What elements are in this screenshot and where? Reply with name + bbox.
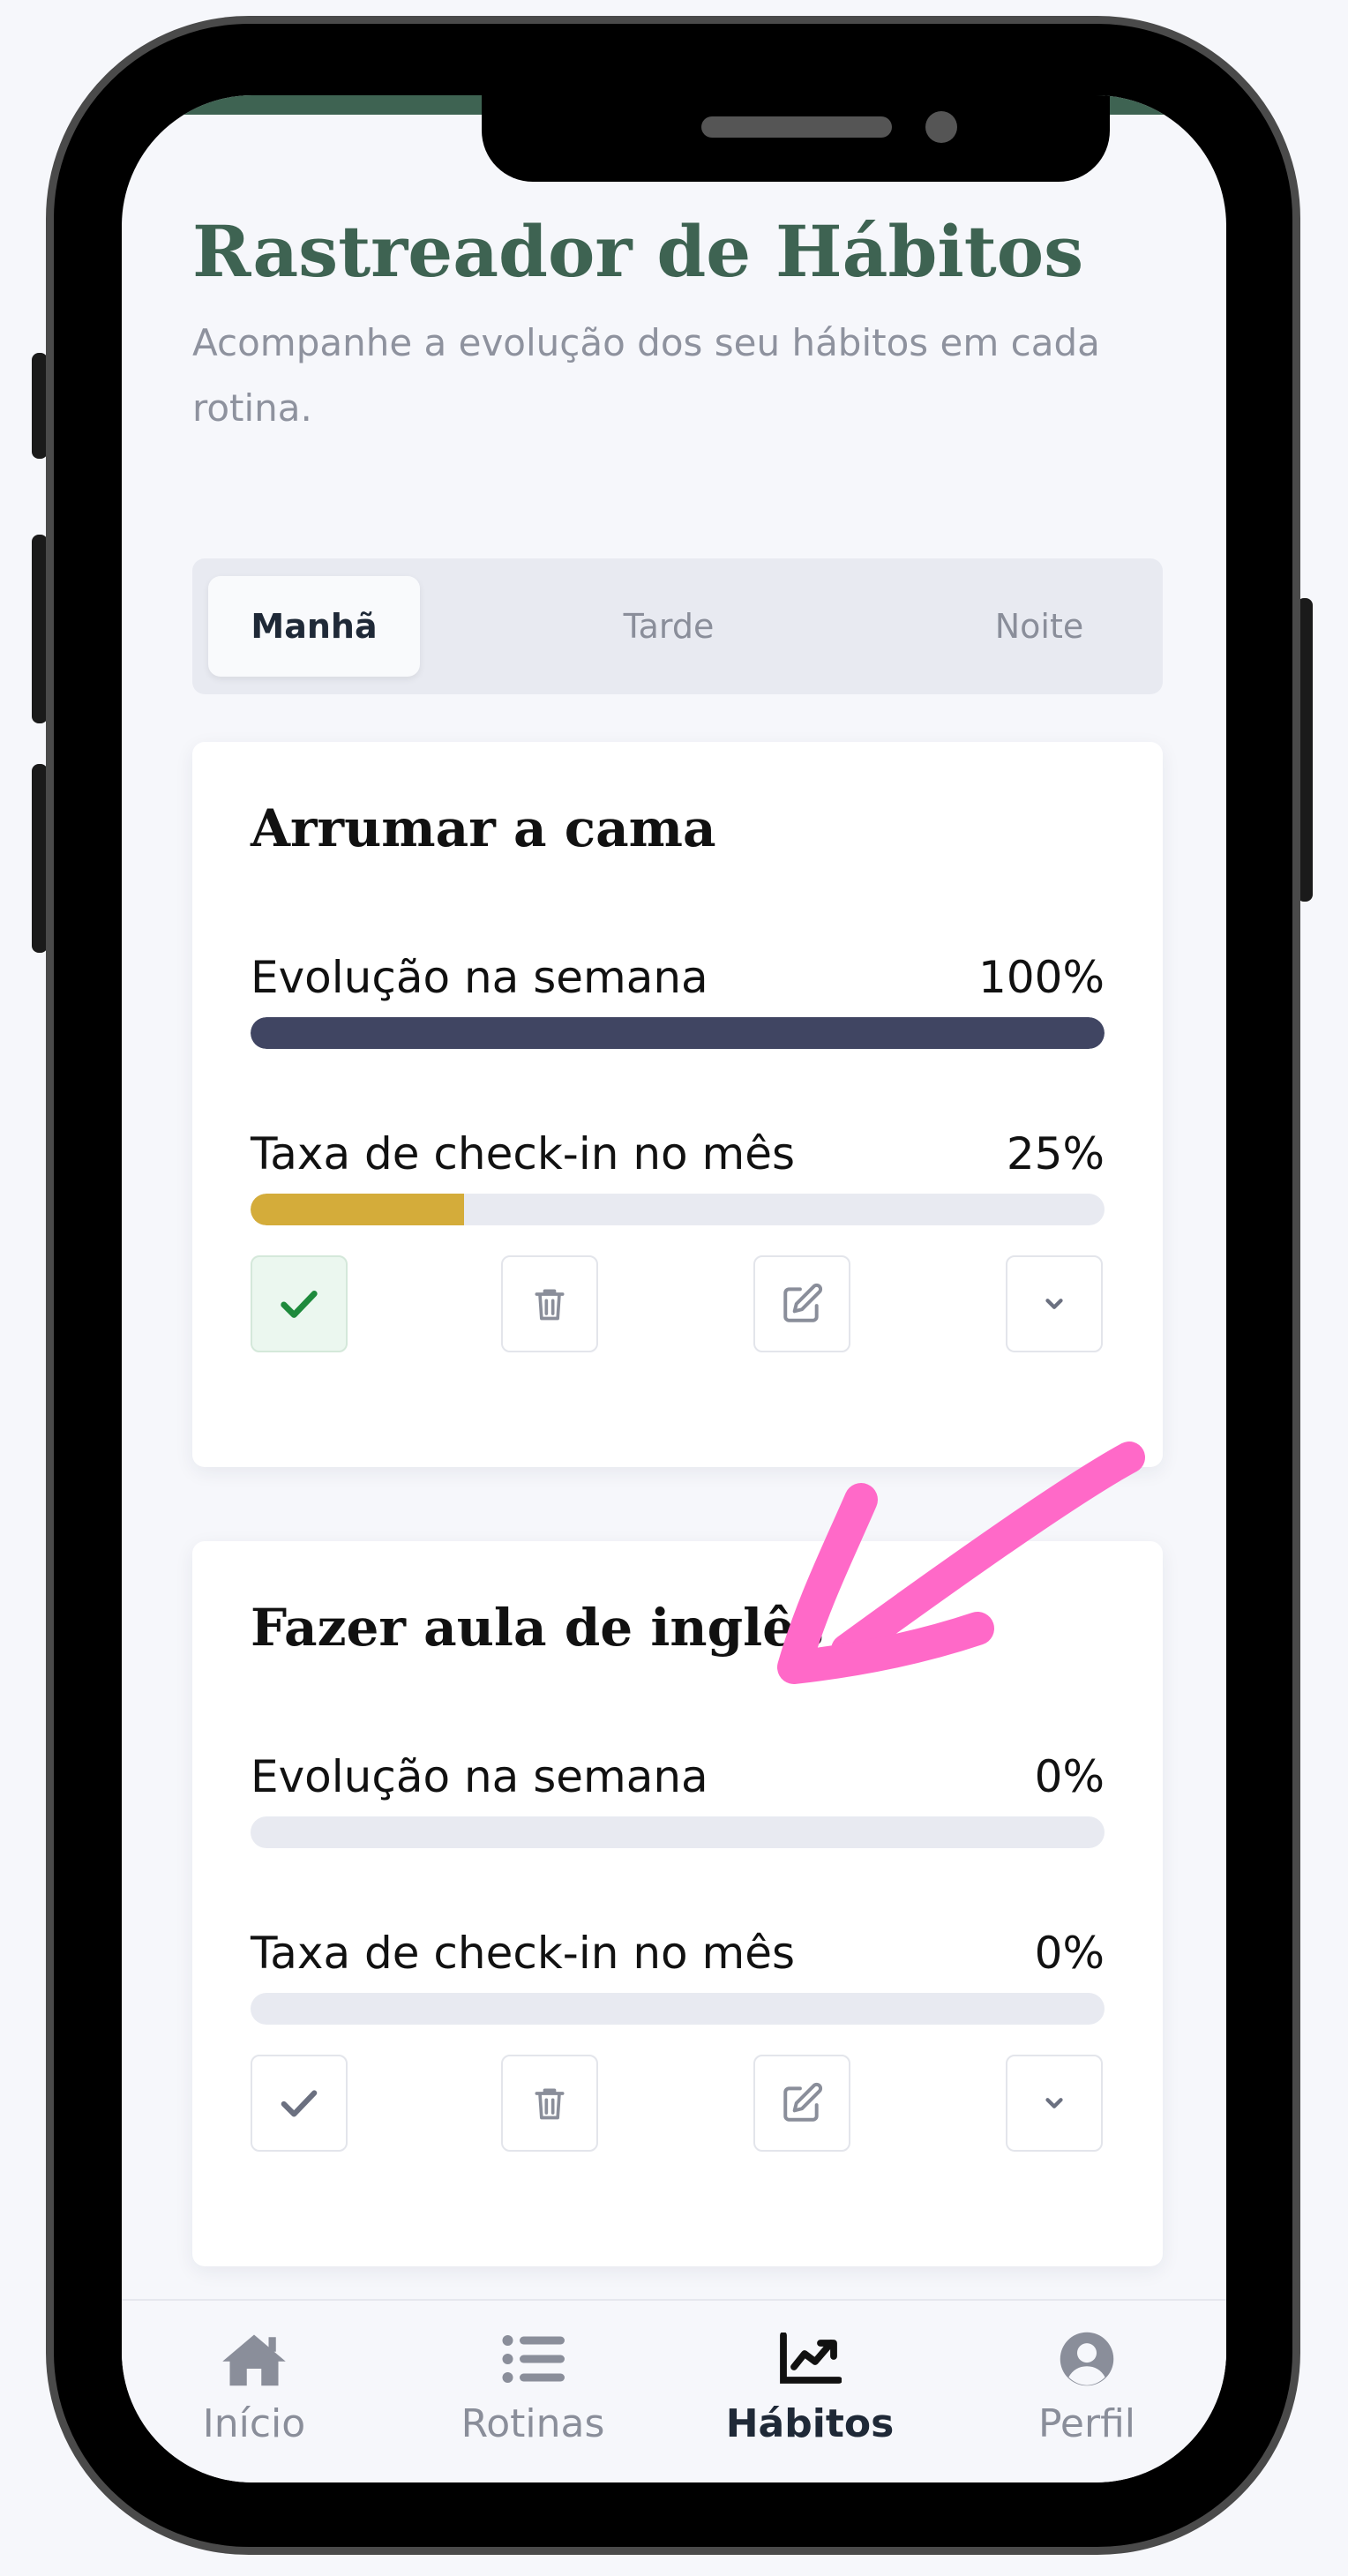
front-camera	[925, 111, 957, 143]
monthly-checkin-value: 25%	[1006, 1128, 1105, 1179]
speaker-grille	[701, 116, 892, 138]
expand-button[interactable]	[1006, 2055, 1103, 2152]
phone-screen: Rastreador de Hábitos Acompanhe a evoluç…	[122, 95, 1226, 2482]
chart-line-icon	[780, 2333, 842, 2384]
weekly-progress-fill	[251, 1017, 1105, 1049]
nav-item-habitos[interactable]: Hábitos	[695, 2327, 925, 2446]
weekly-progress-value: 100%	[978, 952, 1105, 1003]
nav-item-inicio[interactable]: Início	[139, 2327, 369, 2446]
monthly-checkin-bar	[251, 1993, 1105, 2025]
weekly-progress-label: Evolução na semana	[251, 952, 708, 1003]
delete-button[interactable]	[501, 1255, 598, 1352]
monthly-checkin-value: 0%	[1034, 1928, 1105, 1979]
home-icon	[222, 2334, 286, 2386]
habit-card: Fazer aula de inglês Evolução na semana …	[192, 1541, 1163, 2266]
weekly-progress-value: 0%	[1034, 1751, 1105, 1802]
check-icon	[281, 2090, 318, 2117]
check-icon	[281, 1291, 318, 1318]
tab-night[interactable]: Noite	[969, 576, 1110, 677]
expand-button[interactable]	[1006, 1255, 1103, 1352]
nav-item-perfil[interactable]: Perfil	[972, 2327, 1202, 2446]
page-title: Rastreador de Hábitos	[192, 210, 1084, 293]
nav-label: Início	[202, 2401, 306, 2446]
trash-icon	[535, 1289, 565, 1321]
check-in-button[interactable]	[251, 2055, 348, 2152]
edit-icon	[783, 2082, 823, 2122]
delete-button[interactable]	[501, 2055, 598, 2152]
habit-card: Arrumar a cama Evolução na semana 100% T…	[192, 742, 1163, 1467]
user-circle-icon	[1060, 2332, 1114, 2386]
monthly-checkin-label: Taxa de check-in no mês	[251, 1128, 796, 1179]
phone-notch	[482, 95, 1110, 182]
chevron-down-icon	[1045, 2098, 1063, 2108]
habit-title: Arrumar a cama	[251, 798, 716, 858]
habit-title: Fazer aula de inglês	[251, 1598, 824, 1658]
nav-label: Rotinas	[461, 2401, 605, 2446]
monthly-checkin-label: Taxa de check-in no mês	[251, 1928, 796, 1979]
tab-morning[interactable]: Manhã	[208, 576, 420, 677]
edit-icon	[783, 1283, 823, 1322]
weekly-progress-bar	[251, 1816, 1105, 1848]
weekly-progress-label: Evolução na semana	[251, 1751, 708, 1802]
page-subtitle: Acompanhe a evolução dos seu hábitos em …	[192, 321, 1100, 430]
nav-item-rotinas[interactable]: Rotinas	[418, 2327, 648, 2446]
nav-label: Perfil	[1037, 2401, 1136, 2446]
trash-icon	[535, 2088, 565, 2120]
monthly-checkin-fill	[251, 1194, 464, 1225]
edit-button[interactable]	[753, 1255, 850, 1352]
weekly-progress-bar	[251, 1017, 1105, 1049]
bottom-navigation: Início Rotinas Hábitos Perfil	[122, 2299, 1226, 2482]
tab-afternoon[interactable]: Tarde	[598, 576, 739, 677]
nav-label: Hábitos	[725, 2401, 895, 2446]
list-icon	[502, 2335, 565, 2383]
routine-tabs: Manhã Tarde Noite	[192, 558, 1163, 694]
monthly-checkin-bar	[251, 1194, 1105, 1225]
chevron-down-icon	[1045, 1299, 1063, 1309]
check-in-button[interactable]	[251, 1255, 348, 1352]
edit-button[interactable]	[753, 2055, 850, 2152]
